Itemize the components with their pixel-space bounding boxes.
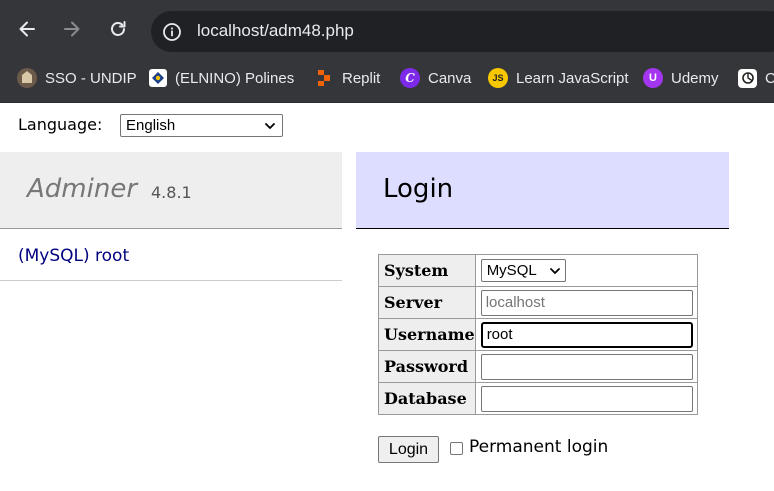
polines-logo-icon <box>149 69 167 87</box>
chevron-down-icon <box>549 268 560 274</box>
language-select-value: English <box>126 117 176 134</box>
chevron-down-icon <box>265 123 275 129</box>
database-label: Database <box>378 382 476 415</box>
bookmark-label: Replit <box>342 69 381 87</box>
bookmark-learn-javascript[interactable]: JS Learn JavaScript <box>488 62 629 94</box>
system-label: System <box>378 254 476 287</box>
bookmark-label: Udemy <box>671 69 719 87</box>
password-label: Password <box>378 350 476 383</box>
browser-toolbar: localhost/adm48.php <box>0 0 774 62</box>
system-cell: MySQL <box>474 254 698 287</box>
arrow-left-icon <box>19 21 35 37</box>
page-content: Language: English Adminer 4.8.1 (MySQL) … <box>0 103 774 491</box>
login-form-table: System MySQL Server localhost Username r… <box>378 254 698 415</box>
mysql-root-link[interactable]: (MySQL) root <box>18 246 129 266</box>
bookmark-chatgpt[interactable]: C <box>738 62 774 94</box>
permanent-login-checkbox[interactable] <box>450 442 463 455</box>
bookmark-canva[interactable]: C Canva <box>400 62 471 94</box>
udemy-logo-icon: U <box>643 68 663 88</box>
system-row: System MySQL <box>378 254 698 287</box>
password-input[interactable] <box>480 353 693 380</box>
page-title: Login <box>383 174 454 204</box>
bookmark-sso-undip[interactable]: SSO - UNDIP <box>17 62 137 94</box>
system-select-value: MySQL <box>486 262 537 279</box>
url-text: localhost/adm48.php <box>197 21 354 40</box>
site-info-icon[interactable] <box>162 22 182 42</box>
adminer-brand[interactable]: Adminer <box>27 174 137 204</box>
chatgpt-logo-icon <box>738 68 757 88</box>
username-input[interactable]: root <box>480 321 693 348</box>
language-select[interactable]: English <box>120 114 283 137</box>
javascript-logo-icon: JS <box>488 68 508 88</box>
content-header: Login <box>356 152 729 229</box>
permanent-login-label[interactable]: Permanent login <box>469 437 608 457</box>
bookmark-udemy[interactable]: U Udemy <box>643 62 719 94</box>
database-input[interactable] <box>480 385 693 412</box>
undip-logo-icon <box>17 68 37 88</box>
canva-logo-icon: C <box>400 68 420 88</box>
server-label: Server <box>378 286 476 319</box>
bookmark-label: Learn JavaScript <box>516 69 629 87</box>
menu-divider <box>0 280 342 281</box>
bookmark-label: SSO - UNDIP <box>45 69 137 87</box>
username-cell: root <box>474 318 698 351</box>
username-label: Username <box>378 318 476 351</box>
bookmark-label: Canva <box>428 69 472 87</box>
bookmark-replit[interactable]: Replit <box>314 62 380 94</box>
forward-button[interactable] <box>58 15 86 43</box>
info-circle-icon <box>163 23 181 41</box>
login-button[interactable]: Login <box>378 436 439 463</box>
bookmarks-bar: SSO - UNDIP (ELNINO) Polines Replit C Ca… <box>0 62 774 103</box>
bookmark-label: (ELNINO) Polines <box>175 69 295 87</box>
server-cell: localhost <box>474 286 698 319</box>
password-cell <box>474 350 698 383</box>
back-button[interactable] <box>13 15 41 43</box>
version-label[interactable]: 4.8.1 <box>151 183 192 202</box>
bookmark-label: C <box>765 70 774 87</box>
replit-logo-icon <box>314 68 334 88</box>
server-input[interactable]: localhost <box>480 289 693 316</box>
bookmark-elnino-polines[interactable]: (ELNINO) Polines <box>149 62 294 94</box>
system-select[interactable]: MySQL <box>480 259 566 282</box>
database-cell <box>474 382 698 415</box>
reload-icon <box>111 21 126 36</box>
arrow-right-icon <box>64 21 80 37</box>
language-label: Language: <box>18 115 103 134</box>
username-row: Username root <box>378 318 698 351</box>
menu-header: Adminer 4.8.1 <box>0 152 342 229</box>
password-row: Password <box>378 350 698 383</box>
address-bar[interactable]: localhost/adm48.php <box>151 11 774 52</box>
server-row: Server localhost <box>378 286 698 319</box>
database-row: Database <box>378 382 698 415</box>
reload-button[interactable] <box>104 15 132 43</box>
